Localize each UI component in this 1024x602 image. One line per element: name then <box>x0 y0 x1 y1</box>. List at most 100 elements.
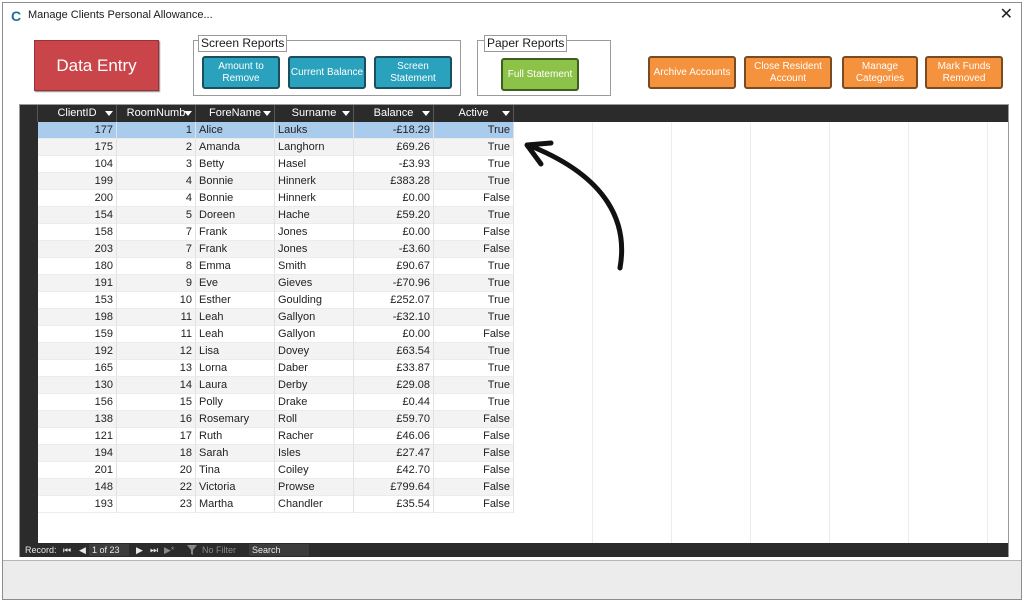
table-row[interactable]: 138 16 Rosemary Roll £59.70 False <box>38 411 514 428</box>
clientid-cell[interactable]: 193 <box>38 496 117 513</box>
forename-cell[interactable]: Leah <box>196 309 275 326</box>
search-input[interactable]: Search <box>249 544 309 556</box>
balance-cell[interactable]: £799.64 <box>354 479 434 496</box>
forename-cell[interactable]: Amanda <box>196 139 275 156</box>
active-cell[interactable]: True <box>434 173 514 190</box>
active-cell[interactable]: False <box>434 445 514 462</box>
clientid-cell[interactable]: 165 <box>38 360 117 377</box>
sort-filter-arrow-icon[interactable] <box>502 111 510 116</box>
roomnumb-cell[interactable]: 10 <box>117 292 196 309</box>
table-row[interactable]: 194 18 Sarah Isles £27.47 False <box>38 445 514 462</box>
balance-cell[interactable]: £29.08 <box>354 377 434 394</box>
record-selector-column[interactable] <box>20 122 38 543</box>
column-header-balance[interactable]: Balance <box>354 105 434 122</box>
balance-cell[interactable]: -£70.96 <box>354 275 434 292</box>
balance-cell[interactable]: £33.87 <box>354 360 434 377</box>
balance-cell[interactable]: £0.00 <box>354 326 434 343</box>
table-row[interactable]: 148 22 Victoria Prowse £799.64 False <box>38 479 514 496</box>
clientid-cell[interactable]: 175 <box>38 139 117 156</box>
surname-cell[interactable]: Prowse <box>275 479 354 496</box>
roomnumb-cell[interactable]: 14 <box>117 377 196 394</box>
archive-accounts-button[interactable]: Archive Accounts <box>648 56 736 89</box>
roomnumb-cell[interactable]: 23 <box>117 496 196 513</box>
active-cell[interactable]: False <box>434 411 514 428</box>
table-row[interactable]: 199 4 Bonnie Hinnerk £383.28 True <box>38 173 514 190</box>
balance-cell[interactable]: £59.70 <box>354 411 434 428</box>
table-row[interactable]: 159 11 Leah Gallyon £0.00 False <box>38 326 514 343</box>
clientid-cell[interactable]: 198 <box>38 309 117 326</box>
clientid-cell[interactable]: 191 <box>38 275 117 292</box>
forename-cell[interactable]: Esther <box>196 292 275 309</box>
table-row[interactable]: 175 2 Amanda Langhorn £69.26 True <box>38 139 514 156</box>
roomnumb-cell[interactable]: 7 <box>117 241 196 258</box>
balance-cell[interactable]: £63.54 <box>354 343 434 360</box>
filter-status[interactable]: No Filter <box>202 543 236 557</box>
roomnumb-cell[interactable]: 17 <box>117 428 196 445</box>
forename-cell[interactable]: Frank <box>196 241 275 258</box>
clientid-cell[interactable]: 138 <box>38 411 117 428</box>
table-row[interactable]: 158 7 Frank Jones £0.00 False <box>38 224 514 241</box>
surname-cell[interactable]: Lauks <box>275 122 354 139</box>
surname-cell[interactable]: Hasel <box>275 156 354 173</box>
roomnumb-cell[interactable]: 8 <box>117 258 196 275</box>
active-cell[interactable]: False <box>434 241 514 258</box>
column-header-clientid[interactable]: ClientID <box>38 105 117 122</box>
balance-cell[interactable]: £35.54 <box>354 496 434 513</box>
table-row[interactable]: 191 9 Eve Gieves -£70.96 True <box>38 275 514 292</box>
table-row[interactable]: 154 5 Doreen Hache £59.20 True <box>38 207 514 224</box>
clientid-cell[interactable]: 201 <box>38 462 117 479</box>
balance-cell[interactable]: £383.28 <box>354 173 434 190</box>
roomnumb-cell[interactable]: 7 <box>117 224 196 241</box>
surname-cell[interactable]: Gallyon <box>275 309 354 326</box>
table-row[interactable]: 203 7 Frank Jones -£3.60 False <box>38 241 514 258</box>
forename-cell[interactable]: Bonnie <box>196 173 275 190</box>
table-row[interactable]: 192 12 Lisa Dovey £63.54 True <box>38 343 514 360</box>
forename-cell[interactable]: Ruth <box>196 428 275 445</box>
active-cell[interactable]: True <box>434 309 514 326</box>
active-cell[interactable]: True <box>434 343 514 360</box>
balance-cell[interactable]: -£32.10 <box>354 309 434 326</box>
table-row[interactable]: 200 4 Bonnie Hinnerk £0.00 False <box>38 190 514 207</box>
active-cell[interactable]: False <box>434 224 514 241</box>
clientid-cell[interactable]: 121 <box>38 428 117 445</box>
forename-cell[interactable]: Lorna <box>196 360 275 377</box>
forename-cell[interactable]: Emma <box>196 258 275 275</box>
surname-cell[interactable]: Dovey <box>275 343 354 360</box>
roomnumb-cell[interactable]: 11 <box>117 326 196 343</box>
table-row[interactable]: 130 14 Laura Derby £29.08 True <box>38 377 514 394</box>
surname-cell[interactable]: Hinnerk <box>275 190 354 207</box>
balance-cell[interactable]: £27.47 <box>354 445 434 462</box>
roomnumb-cell[interactable]: 1 <box>117 122 196 139</box>
clientid-cell[interactable]: 153 <box>38 292 117 309</box>
column-header-roomnumb[interactable]: RoomNumb <box>117 105 196 122</box>
roomnumb-cell[interactable]: 22 <box>117 479 196 496</box>
surname-cell[interactable]: Hinnerk <box>275 173 354 190</box>
sort-filter-arrow-icon[interactable] <box>184 111 192 116</box>
screen-statement-button[interactable]: Screen Statement <box>374 56 452 89</box>
active-cell[interactable]: False <box>434 190 514 207</box>
roomnumb-cell[interactable]: 20 <box>117 462 196 479</box>
active-cell[interactable]: True <box>434 377 514 394</box>
active-cell[interactable]: True <box>434 139 514 156</box>
table-row[interactable]: 121 17 Ruth Racher £46.06 False <box>38 428 514 445</box>
close-resident-account-button[interactable]: Close Resident Account <box>744 56 832 89</box>
clientid-cell[interactable]: 192 <box>38 343 117 360</box>
roomnumb-cell[interactable]: 11 <box>117 309 196 326</box>
balance-cell[interactable]: £0.00 <box>354 224 434 241</box>
surname-cell[interactable]: Gallyon <box>275 326 354 343</box>
surname-cell[interactable]: Jones <box>275 224 354 241</box>
active-cell[interactable]: True <box>434 360 514 377</box>
active-cell[interactable]: True <box>434 275 514 292</box>
balance-cell[interactable]: £59.20 <box>354 207 434 224</box>
roomnumb-cell[interactable]: 4 <box>117 173 196 190</box>
clientid-cell[interactable]: 159 <box>38 326 117 343</box>
table-row[interactable]: 198 11 Leah Gallyon -£32.10 True <box>38 309 514 326</box>
table-row[interactable]: 201 20 Tina Coiley £42.70 False <box>38 462 514 479</box>
mark-funds-removed-button[interactable]: Mark Funds Removed <box>925 56 1003 89</box>
clientid-cell[interactable]: 200 <box>38 190 117 207</box>
surname-cell[interactable]: Roll <box>275 411 354 428</box>
roomnumb-cell[interactable]: 4 <box>117 190 196 207</box>
roomnumb-cell[interactable]: 16 <box>117 411 196 428</box>
active-cell[interactable]: False <box>434 462 514 479</box>
clientid-cell[interactable]: 148 <box>38 479 117 496</box>
